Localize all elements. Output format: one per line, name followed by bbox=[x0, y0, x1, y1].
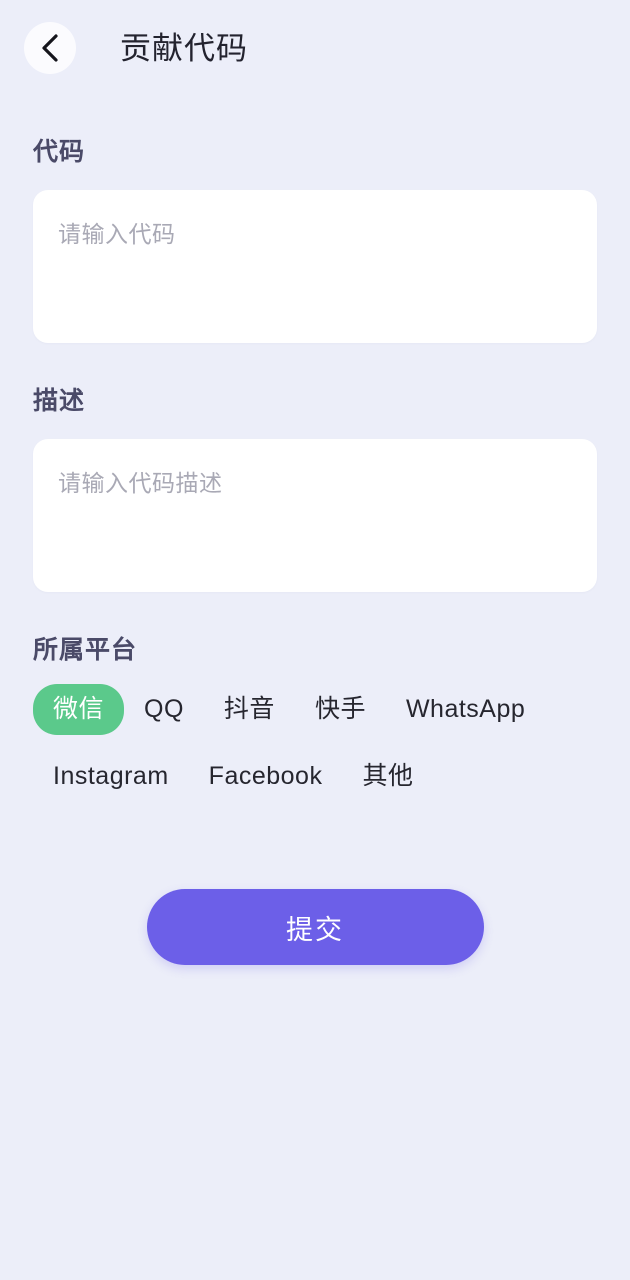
form-content: 代码 请输入代码 描述 请输入代码描述 所属平台 微信 QQ 抖音 快手 Wha… bbox=[0, 96, 630, 1280]
platform-options: 微信 QQ 抖音 快手 WhatsApp Instagram Facebook … bbox=[33, 684, 597, 802]
code-input-placeholder: 请输入代码 bbox=[58, 221, 176, 247]
code-field-label: 代码 bbox=[33, 138, 86, 166]
platform-option-wechat[interactable]: 微信 bbox=[33, 684, 125, 735]
back-button[interactable] bbox=[24, 22, 76, 74]
platform-option-facebook[interactable]: Facebook bbox=[189, 751, 343, 802]
chevron-left-icon bbox=[39, 33, 61, 63]
platform-option-other[interactable]: 其他 bbox=[342, 751, 433, 802]
platform-option-kuaishou[interactable]: 快手 bbox=[295, 684, 386, 735]
page-title: 贡献代码 bbox=[120, 30, 248, 66]
description-field-label: 描述 bbox=[33, 387, 86, 415]
platform-option-douyin[interactable]: 抖音 bbox=[204, 684, 295, 735]
description-input[interactable]: 请输入代码描述 bbox=[33, 439, 597, 592]
platform-option-qq[interactable]: QQ bbox=[124, 684, 204, 735]
description-input-placeholder: 请输入代码描述 bbox=[58, 470, 223, 496]
submit-button[interactable]: 提交 bbox=[146, 889, 484, 965]
code-input[interactable]: 请输入代码 bbox=[33, 190, 597, 343]
platform-field-label: 所属平台 bbox=[33, 636, 138, 664]
platform-option-whatsapp[interactable]: WhatsApp bbox=[386, 684, 545, 735]
app-header: 贡献代码 bbox=[0, 0, 630, 96]
contribute-code-screen: 贡献代码 代码 请输入代码 描述 请输入代码描述 所属平台 微信 QQ 抖音 快… bbox=[0, 0, 630, 1280]
bottom-spacer bbox=[33, 965, 597, 1280]
submit-area: 提交 bbox=[33, 889, 597, 965]
platform-option-instagram[interactable]: Instagram bbox=[33, 751, 189, 802]
